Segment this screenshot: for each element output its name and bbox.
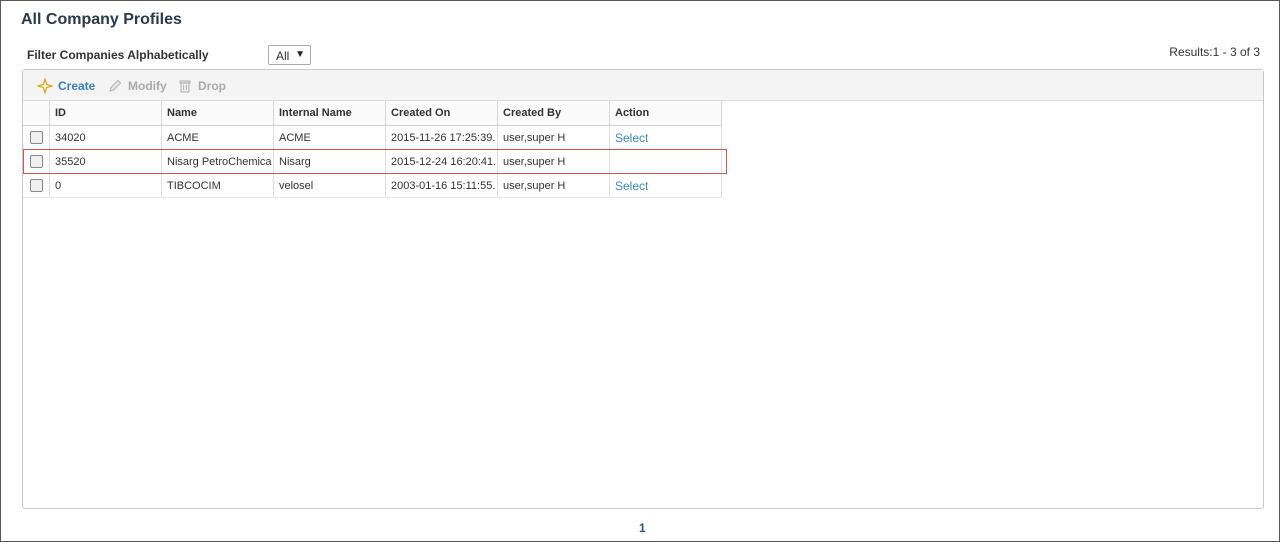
create-label: Create [58,79,96,93]
filter-select[interactable]: All ▼ [268,45,311,65]
row-checkbox[interactable] [29,155,43,168]
company-table: ID Name Internal Name Created On Created… [23,101,722,198]
cell-internal-name: velosel [273,173,386,198]
drop-button[interactable]: Drop [177,78,226,94]
create-button[interactable]: Create [37,78,95,94]
cell-internal-name: Nisarg [273,149,386,174]
cell-id: 35520 [49,149,162,174]
trash-icon [177,78,193,94]
modify-button[interactable]: Modify [107,78,167,94]
filter-label: Filter Companies Alphabetically [27,48,209,62]
cell-name: TIBCOCIM [167,179,221,192]
column-header-id[interactable]: ID [49,101,162,126]
column-header-action: Action [609,101,722,126]
row-checkbox[interactable] [29,131,43,144]
table-row[interactable]: 34020 ACME ACME 2015-11-26 17:25:39. use… [23,125,722,150]
drop-label: Drop [198,79,226,93]
column-header-created-by[interactable]: Created By [497,101,610,126]
column-header-created-on[interactable]: Created On [385,101,498,126]
cell-created-by: user,super H [497,173,610,198]
cell-created-by: user,super H [497,149,610,174]
table-header-row: ID Name Internal Name Created On Created… [23,101,722,126]
cell-name: ACME [167,131,199,144]
table-row[interactable]: 35520 Nisarg PetroChemica Nisarg 2015-12… [23,149,722,174]
select-link[interactable]: Select [615,131,648,145]
cell-created-by: user,super H [497,125,610,150]
cell-id: 0 [49,173,162,198]
filter-selected-value: All [276,49,290,63]
pencil-icon [107,78,123,94]
row-checkbox[interactable] [29,179,43,192]
column-header-internal-name[interactable]: Internal Name [273,101,386,126]
cell-created-on: 2015-11-26 17:25:39. [391,131,496,144]
cell-internal-name: ACME [273,125,386,150]
chevron-down-icon: ▼ [295,49,305,60]
table-row[interactable]: 0 TIBCOCIM velosel 2003-01-16 15:11:55. … [23,173,722,198]
pagination-page-1[interactable]: 1 [639,521,646,535]
star-icon [37,78,53,94]
column-header-name[interactable]: Name [161,101,274,126]
select-link[interactable]: Select [615,179,648,193]
modify-label: Modify [128,79,167,93]
company-grid-panel: Create Modify Drop ID Name Internal Name… [22,69,1264,509]
results-count: Results:1 - 3 of 3 [1169,45,1260,59]
cell-name: Nisarg PetroChemica [167,155,272,168]
column-header-select [23,101,50,126]
page-frame: All Company Profiles Filter Companies Al… [0,0,1280,542]
cell-created-on: 2015-12-24 16:20:41. [391,155,497,168]
cell-id: 34020 [49,125,162,150]
page-title: All Company Profiles [21,11,182,28]
grid-toolbar: Create Modify Drop [23,70,1263,101]
cell-created-on: 2003-01-16 15:11:55. [391,179,496,192]
